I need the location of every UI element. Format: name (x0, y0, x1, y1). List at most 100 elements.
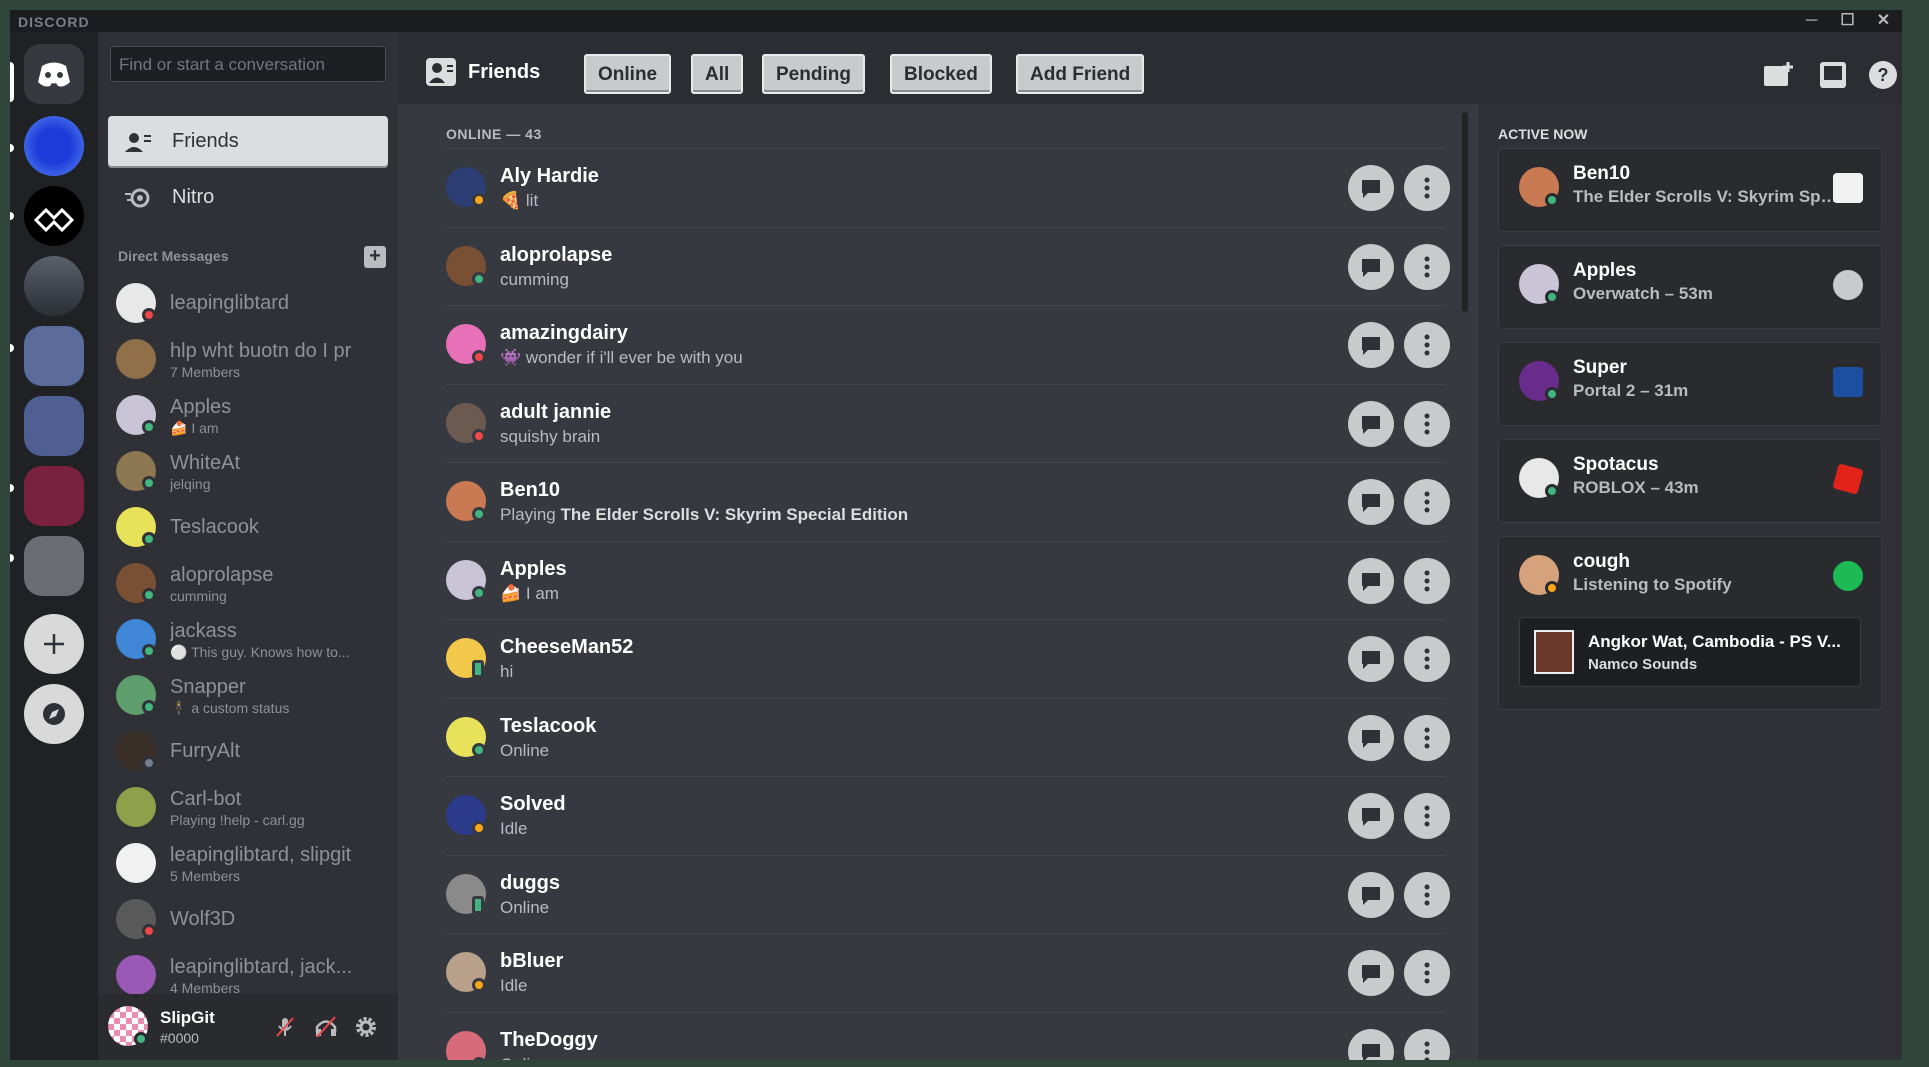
message-button[interactable] (1348, 322, 1394, 368)
message-button[interactable] (1348, 793, 1394, 839)
list-item[interactable]: Snapper 🕴 a custom status (108, 668, 388, 722)
avatar (116, 955, 156, 995)
more-options-button[interactable] (1404, 793, 1450, 839)
server-folder-4[interactable] (24, 536, 84, 596)
more-options-button[interactable] (1404, 479, 1450, 525)
server-folder-2[interactable] (24, 396, 84, 456)
active-card[interactable]: Spotacus ROBLOX – 43m (1498, 439, 1882, 523)
message-icon (1362, 180, 1380, 198)
list-item[interactable]: hlp wht buotn do I pr 7 Members (108, 332, 388, 386)
table-row[interactable]: Apples 🍰 I am (446, 540, 1450, 619)
active-card[interactable]: Super Portal 2 – 31m (1498, 342, 1882, 426)
table-row[interactable]: Teslacook Online (446, 697, 1450, 776)
tab-add-friend[interactable]: Add Friend (1016, 54, 1145, 94)
server-folder-1[interactable] (24, 326, 84, 386)
more-options-button[interactable] (1404, 636, 1450, 682)
user-tag: #0000 (160, 1030, 199, 1046)
more-options-button[interactable] (1404, 322, 1450, 368)
more-options-button[interactable] (1404, 400, 1450, 447)
message-button[interactable] (1348, 1028, 1394, 1060)
message-button[interactable] (1348, 479, 1394, 525)
table-row[interactable]: duggs Online (446, 854, 1450, 933)
tab-blocked[interactable]: Blocked (890, 54, 992, 94)
friend-name: bBluer (500, 950, 564, 972)
inbox-icon[interactable] (1818, 60, 1848, 90)
server-portrait[interactable] (24, 256, 84, 316)
compass-icon (43, 703, 65, 725)
more-options-button[interactable] (1404, 165, 1450, 211)
table-row[interactable]: TheDoggy Online (446, 1011, 1450, 1060)
tab-online[interactable]: Online (584, 54, 672, 94)
nav-friends[interactable]: Friends (108, 116, 388, 168)
more-options-button[interactable] (1404, 950, 1450, 996)
list-item[interactable]: Teslacook (108, 500, 388, 554)
activity-prefix: Playing (500, 505, 561, 524)
message-button[interactable] (1348, 871, 1394, 918)
explore-servers-button[interactable] (24, 684, 84, 744)
more-options-button[interactable] (1404, 243, 1450, 290)
list-item[interactable]: leapinglibtard (108, 276, 388, 330)
more-options-button[interactable] (1404, 557, 1450, 604)
search-input[interactable]: Find or start a conversation (110, 46, 386, 82)
table-row[interactable]: amazingdairy 👾 wonder if i'll ever be wit… (446, 305, 1450, 383)
list-item[interactable]: leapinglibtard, slipgit 5 Members (108, 836, 388, 890)
active-card[interactable]: Ben10 The Elder Scrolls V: Skyrim Special… (1498, 148, 1882, 232)
close-button[interactable]: ✕ (1866, 10, 1902, 32)
table-row[interactable]: adult jannie squishy brain (446, 383, 1450, 462)
home-button[interactable] (24, 44, 84, 104)
add-server-button[interactable] (24, 614, 84, 674)
create-dm-button[interactable]: + (364, 246, 386, 268)
unread-indicator (10, 484, 14, 492)
activity-detail: ROBLOX – 43m (1573, 478, 1699, 497)
message-icon (1362, 886, 1380, 905)
server-folder-3[interactable] (24, 466, 84, 526)
mute-icon[interactable] (274, 1016, 296, 1038)
nav-nitro[interactable]: Nitro (108, 172, 388, 224)
tab-all[interactable]: All (691, 54, 744, 94)
server-blue[interactable] (24, 116, 84, 176)
list-item[interactable]: WhiteAt jelqing (108, 444, 388, 498)
list-item[interactable]: FurryAlt (108, 724, 388, 778)
settings-gear-icon[interactable] (354, 1015, 378, 1039)
scrollbar[interactable] (1462, 112, 1468, 312)
dm-name: aloprolapse (170, 564, 274, 586)
friend-name: adult jannie (500, 400, 612, 423)
message-button[interactable] (1348, 714, 1394, 761)
more-options-button[interactable] (1404, 714, 1450, 761)
message-button[interactable] (1348, 950, 1394, 996)
server-mountain[interactable] (24, 186, 84, 246)
list-item[interactable]: Carl-bot Playing !help - carl.gg (108, 780, 388, 834)
message-icon (1362, 729, 1380, 748)
list-item[interactable]: Wolf3D (108, 892, 388, 946)
active-card[interactable]: cough Listening to Spotify Angkor Wat, Cam… (1498, 536, 1882, 710)
message-button[interactable] (1348, 400, 1394, 447)
table-row[interactable]: aloprolapse cumming (446, 226, 1450, 305)
tab-pending[interactable]: Pending (762, 54, 865, 94)
dm-name: WhiteAt (170, 452, 241, 474)
spotify-track[interactable]: Angkor Wat, Cambodia - PS V... Namco Soun… (1519, 617, 1861, 687)
maximize-button[interactable]: ☐ (1830, 10, 1866, 32)
activity-user: cough (1573, 551, 1630, 572)
table-row[interactable]: Solved Idle (446, 776, 1450, 854)
table-row[interactable]: Aly Hardie 🍕 lit (446, 148, 1450, 226)
message-button[interactable] (1348, 165, 1394, 211)
message-button[interactable] (1348, 243, 1394, 290)
activity-detail: Portal 2 – 31m (1573, 381, 1689, 400)
status-indicator (472, 350, 486, 364)
more-options-button[interactable] (1404, 871, 1450, 918)
help-icon[interactable]: ? (1868, 60, 1898, 90)
table-row[interactable]: bBluer Idle (446, 933, 1450, 1011)
active-now-title: ACTIVE NOW (1498, 126, 1588, 142)
active-card[interactable]: Apples Overwatch – 53m (1498, 245, 1882, 329)
deafen-icon[interactable] (314, 1016, 338, 1038)
minimize-button[interactable]: ─ (1794, 10, 1830, 32)
more-options-button[interactable] (1404, 1028, 1450, 1060)
new-group-dm-icon[interactable] (1762, 60, 1794, 90)
list-item[interactable]: jackass ⚪ This guy. Knows how to... (108, 612, 388, 666)
table-row[interactable]: CheeseMan52 hi (446, 619, 1450, 697)
table-row[interactable]: Ben10 Playing The Elder Scrolls V: Skyrim… (446, 462, 1450, 540)
list-item[interactable]: Apples 🍰 I am (108, 388, 388, 442)
message-button[interactable] (1348, 636, 1394, 682)
list-item[interactable]: aloprolapse cumming (108, 556, 388, 610)
message-button[interactable] (1348, 557, 1394, 604)
